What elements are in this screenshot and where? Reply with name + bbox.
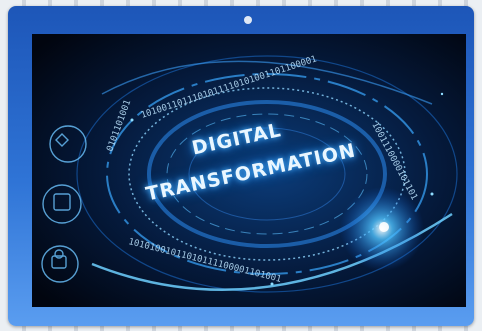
camera-dot bbox=[244, 16, 252, 24]
digital-artwork: 1010011011101011110101001101100001 10011… bbox=[32, 34, 466, 307]
flare-core bbox=[379, 222, 389, 232]
tablet-screen: 1010011011101011110101001101100001 10011… bbox=[32, 34, 466, 307]
tablet-frame: 1010011011101011110101001101100001 10011… bbox=[8, 6, 474, 326]
